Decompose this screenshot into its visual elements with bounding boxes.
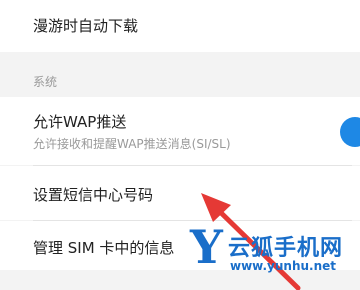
watermark-logo: Y 云狐手机网 www.yunhu.net	[190, 220, 360, 290]
watermark-url: www.yunhu.net	[230, 259, 337, 273]
watermark-name: 云狐手机网	[228, 236, 344, 261]
watermark-letter: Y	[190, 220, 223, 274]
